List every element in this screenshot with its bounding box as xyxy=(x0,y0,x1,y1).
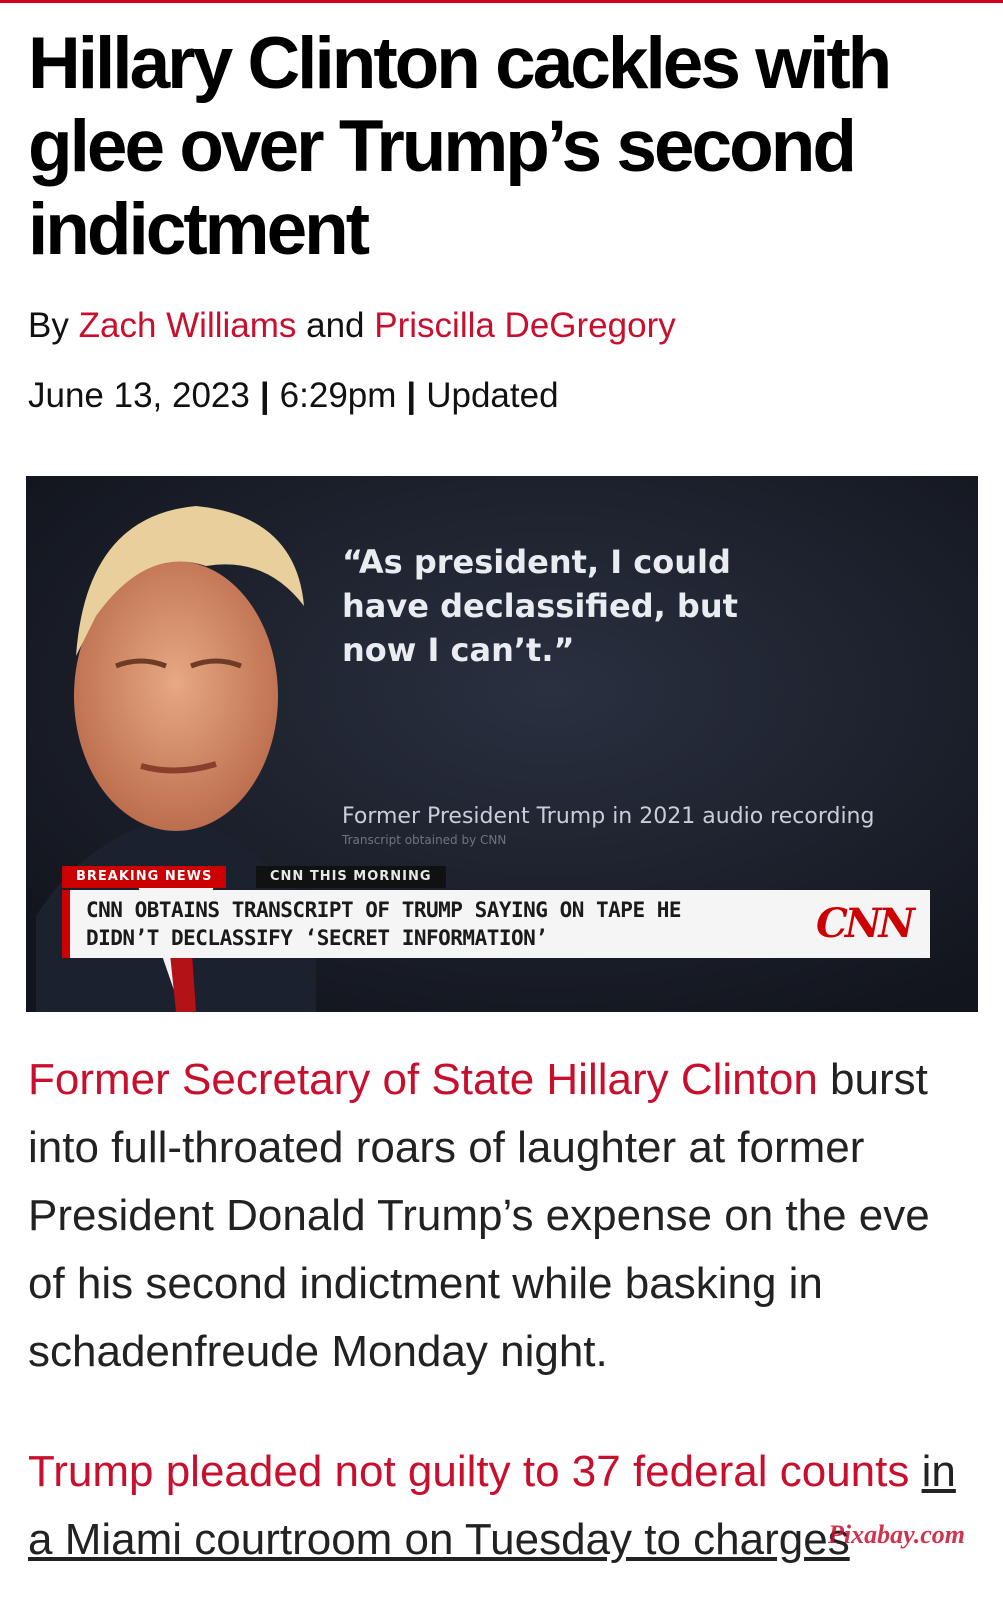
not-guilty-plea-link[interactable]: Trump pleaded not guilty to 37 federal c… xyxy=(28,1447,909,1496)
dateline: June 13, 2023 | 6:29pm | Updated xyxy=(28,376,559,416)
hillary-clinton-link[interactable]: Former Secretary of State Hillary Clinto… xyxy=(28,1055,818,1104)
watermark: Pixabay.com xyxy=(828,1520,965,1549)
dateline-separator: | xyxy=(259,376,270,415)
chyron-text: CNN OBTAINS TRANSCRIPT OF TRUMP SAYING O… xyxy=(86,898,682,950)
quote-attribution-source: Transcript obtained by CNN xyxy=(342,833,507,847)
article-headline: Hillary Clinton cackles with glee over T… xyxy=(28,23,892,270)
article-lead-image[interactable]: “As president, I could have declassified… xyxy=(26,476,978,1012)
top-accent-rule xyxy=(0,0,1003,3)
show-name-tag: CNN THIS MORNING xyxy=(256,866,446,888)
breaking-news-tag: BREAKING NEWS xyxy=(62,866,227,888)
author-link-zach-williams[interactable]: Zach Williams xyxy=(79,306,297,345)
byline-conjunction: and xyxy=(306,306,365,345)
lower-third-banner: CNN OBTAINS TRANSCRIPT OF TRUMP SAYING O… xyxy=(62,890,930,958)
author-link-priscilla-degregory[interactable]: Priscilla DeGregory xyxy=(374,306,675,345)
network-logo: CNN xyxy=(816,900,915,947)
updated-label: Updated xyxy=(426,376,559,415)
broadcast-quote: “As president, I could have declassified… xyxy=(342,543,738,669)
byline-prefix: By xyxy=(28,306,69,345)
quote-attribution: Former President Trump in 2021 audio rec… xyxy=(342,804,875,829)
dateline-separator: | xyxy=(406,376,417,415)
body-paragraph-1: Former Secretary of State Hillary Clinto… xyxy=(28,1046,978,1386)
byline: By Zach Williams and Priscilla DeGregory xyxy=(28,306,676,346)
publish-time: 6:29pm xyxy=(279,376,397,415)
publish-date: June 13, 2023 xyxy=(28,376,250,415)
body-paragraph-2: Trump pleaded not guilty to 37 federal c… xyxy=(28,1438,978,1574)
